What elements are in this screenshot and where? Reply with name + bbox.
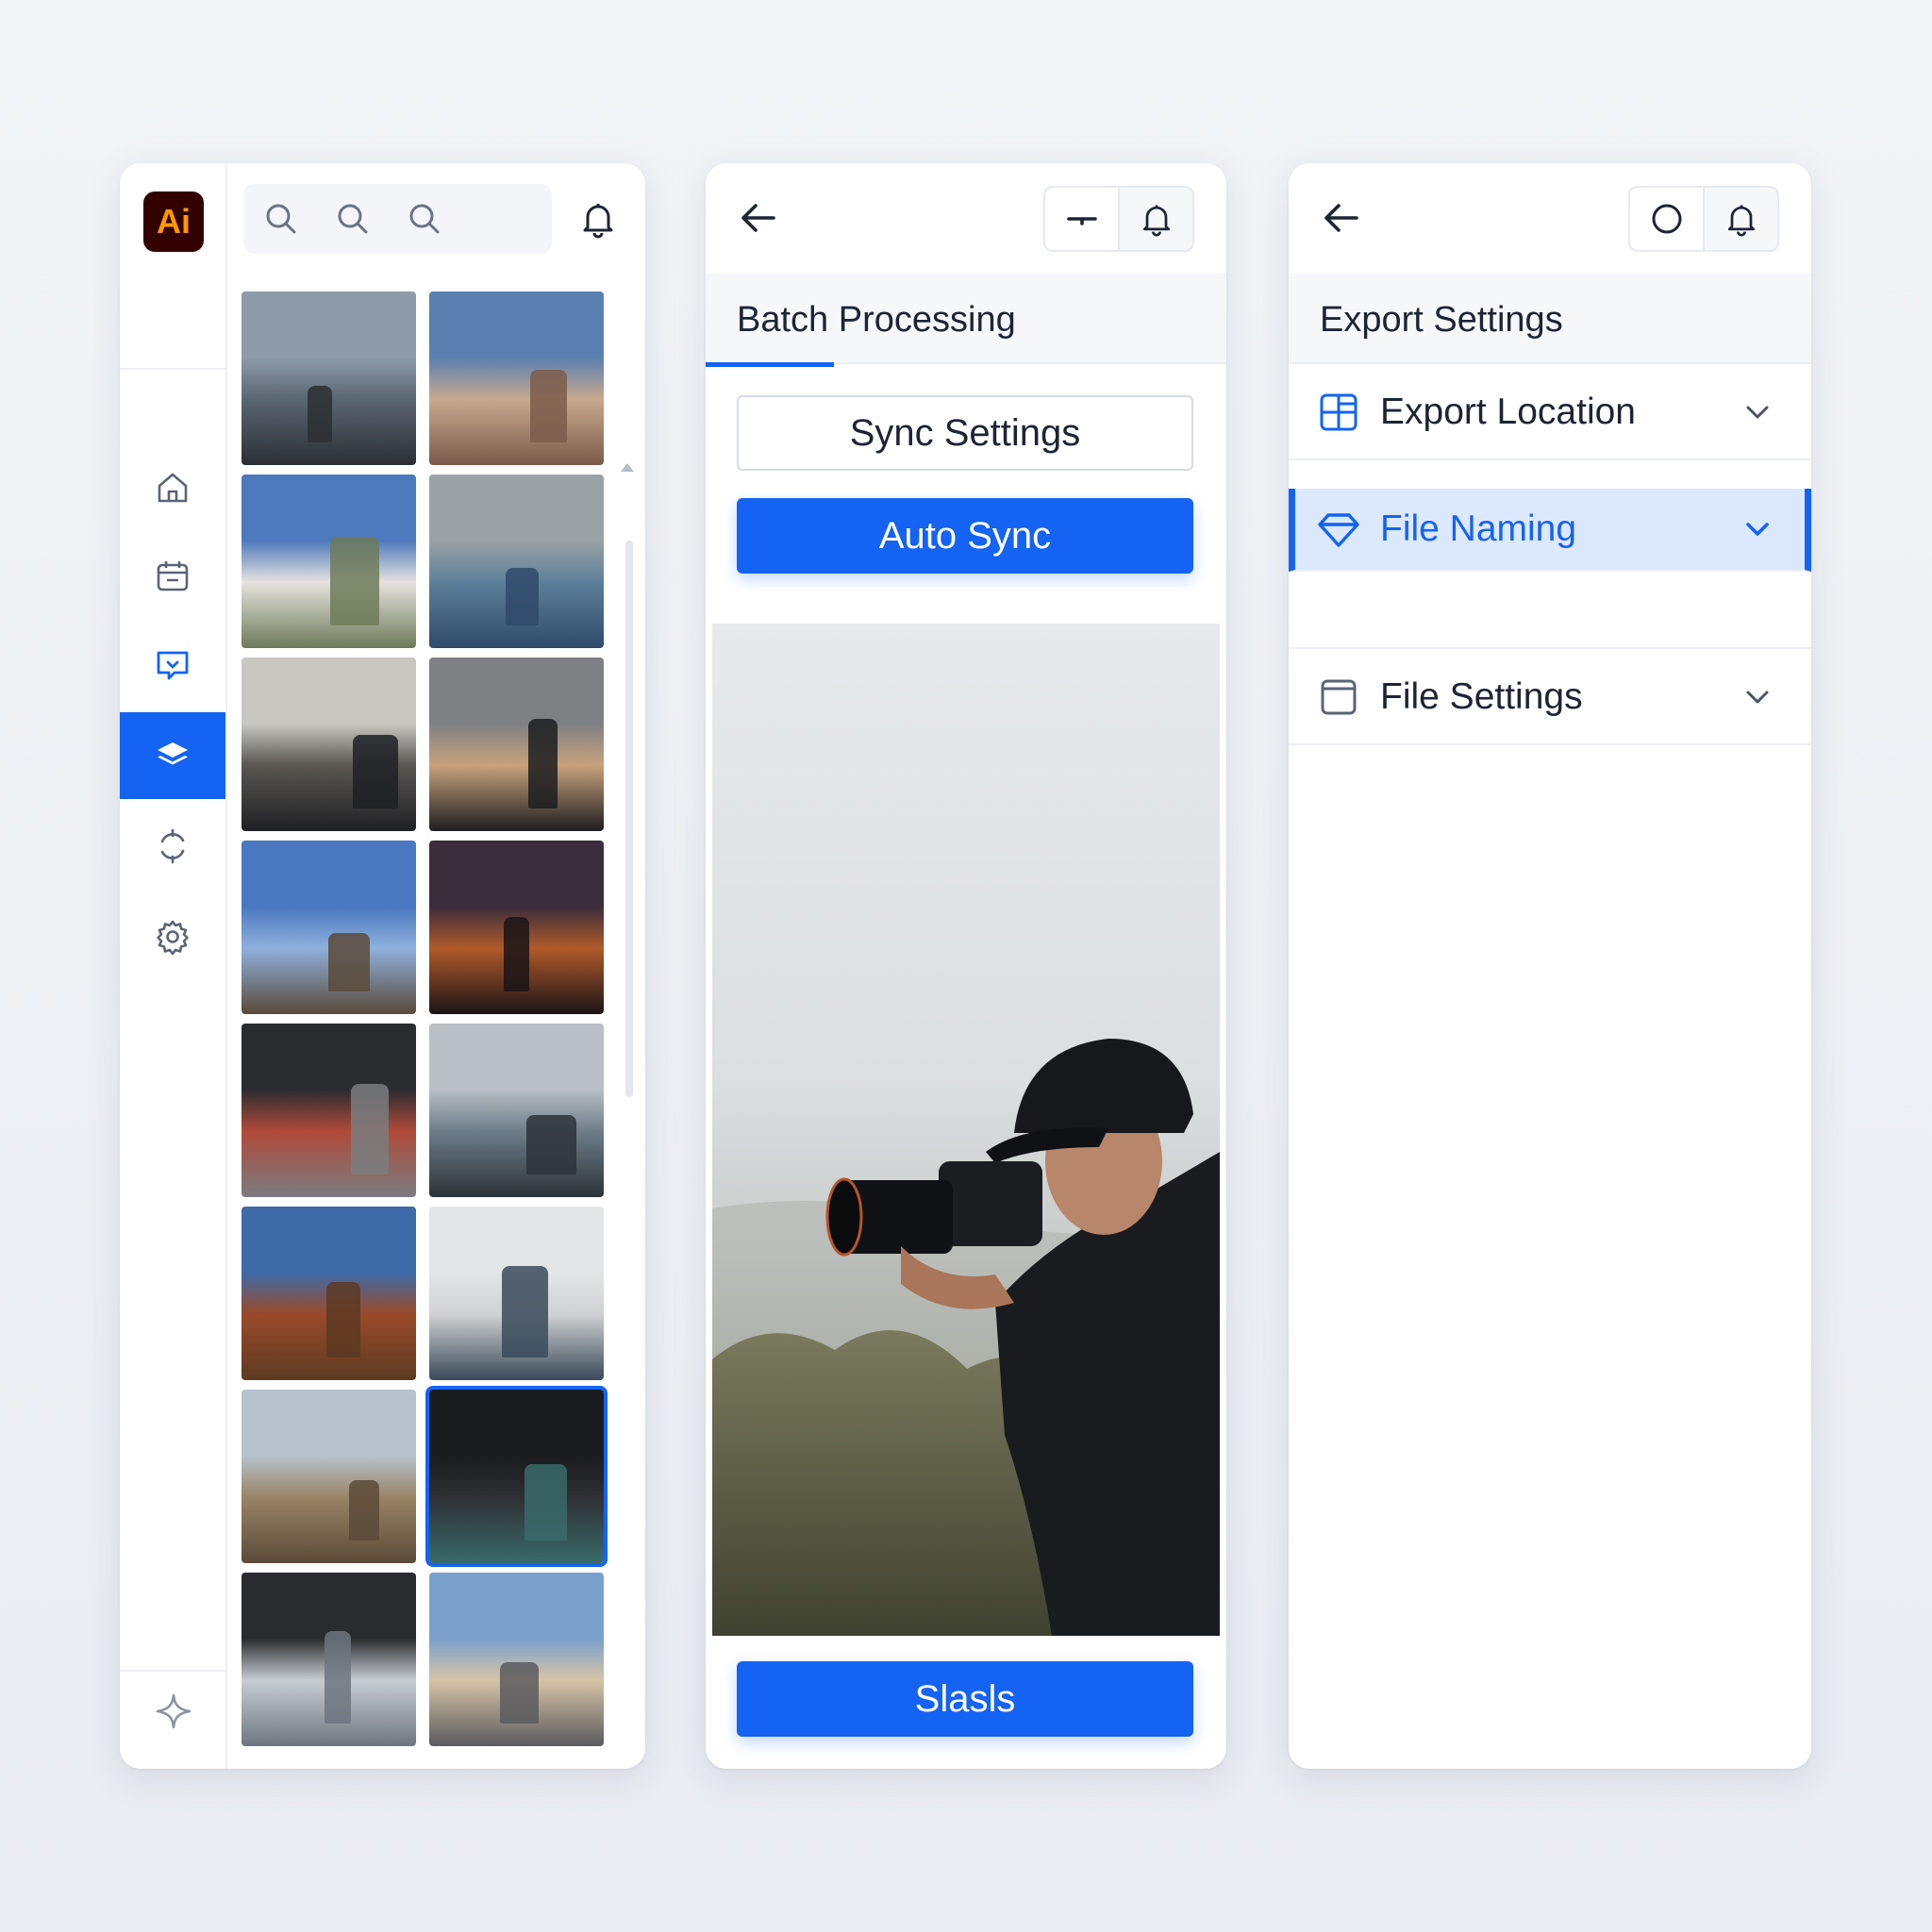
sync-icon[interactable]: [120, 803, 225, 890]
photo-thumbnail[interactable]: [429, 1573, 604, 1746]
photo-subject: [330, 537, 379, 625]
photo-subject: [500, 1662, 539, 1724]
active-tab-indicator: [706, 362, 834, 367]
photo-thumbnail[interactable]: [242, 1207, 416, 1380]
photo-thumbnail[interactable]: [242, 1390, 416, 1563]
header-actions: [1043, 186, 1194, 252]
arrow-left-icon[interactable]: [1315, 192, 1368, 244]
chevron-down-icon[interactable]: [1741, 681, 1774, 713]
file-icon: [1321, 679, 1357, 715]
section-title: Export Settings: [1320, 300, 1563, 340]
export-panel: Export Settings Export Location File Nam…: [1289, 163, 1811, 1769]
sync-settings-button[interactable]: Sync Settings: [737, 395, 1193, 471]
photo-subject: [349, 1480, 379, 1541]
rail-divider: [120, 368, 225, 370]
photo-thumbnail[interactable]: [429, 841, 604, 1014]
photo-subject: [326, 1282, 360, 1357]
rail-divider: [120, 1670, 225, 1672]
photo-thumbnail[interactable]: [242, 475, 416, 648]
bell-icon[interactable]: [571, 192, 625, 246]
photo-subject: [325, 1631, 351, 1724]
accordion-label: File Naming: [1380, 508, 1577, 549]
accordion-file-settings[interactable]: File Settings: [1289, 651, 1811, 745]
home-icon[interactable]: [120, 444, 225, 531]
accordion-file-naming[interactable]: File Naming: [1289, 489, 1811, 572]
section-header: Batch Processing: [706, 274, 1226, 364]
photo-subject: [502, 1266, 548, 1357]
photo-subject: [308, 386, 332, 442]
photo-subject: [504, 917, 529, 991]
photo-subject: [528, 719, 558, 808]
chat-icon[interactable]: [120, 622, 225, 708]
photo-subject: [506, 568, 539, 625]
photo-thumbnail[interactable]: [242, 1573, 416, 1746]
photo-thumbnail[interactable]: [429, 1024, 604, 1197]
section-header: Export Settings: [1289, 274, 1811, 364]
photo-thumbnail[interactable]: [242, 658, 416, 831]
photo-thumbnail[interactable]: [429, 658, 604, 831]
arrow-left-icon[interactable]: [732, 192, 785, 244]
image-preview: [712, 624, 1220, 1636]
scrollbar[interactable]: [625, 541, 633, 1097]
header-actions: [1628, 186, 1779, 252]
grid-icon: [1320, 393, 1357, 431]
photo-subject: [525, 1464, 567, 1541]
search-bar[interactable]: [243, 184, 552, 254]
layers-icon[interactable]: [120, 712, 225, 799]
auto-sync-button[interactable]: Auto Sync: [737, 498, 1193, 574]
bell-icon[interactable]: [1120, 188, 1192, 250]
photo-thumbnail[interactable]: [242, 1024, 416, 1197]
photo-subject: [353, 735, 398, 808]
chevron-down-icon[interactable]: [1741, 513, 1774, 545]
circle-icon[interactable]: [1630, 188, 1705, 250]
search-icon[interactable]: [334, 200, 372, 238]
primary-action-button[interactable]: Slasls: [737, 1661, 1193, 1737]
bell-icon[interactable]: [1705, 188, 1777, 250]
accordion-label: Export Location: [1380, 391, 1637, 432]
scroll-up-arrow[interactable]: [621, 463, 634, 472]
nav-rail: Ai: [120, 163, 227, 1769]
minus-icon[interactable]: [1045, 188, 1120, 250]
photo-subject: [328, 933, 370, 991]
photo-subject: [526, 1115, 576, 1174]
photo-thumbnail[interactable]: [429, 1390, 604, 1563]
photographer-image: [712, 1039, 1220, 1636]
accordion-content: [1289, 572, 1811, 649]
settings-icon[interactable]: [120, 893, 225, 980]
photo-thumbnail[interactable]: [242, 841, 416, 1014]
search-icon[interactable]: [406, 200, 443, 238]
search-icon[interactable]: [262, 200, 300, 238]
batch-panel: Batch Processing Sync Settings Auto Sync: [706, 163, 1226, 1769]
photo-subject: [530, 370, 567, 442]
calendar-icon[interactable]: [120, 533, 225, 620]
accordion-label: File Settings: [1380, 676, 1583, 717]
photo-subject: [351, 1084, 389, 1174]
photo-thumbnail[interactable]: [429, 475, 604, 648]
library-panel: Ai: [120, 163, 645, 1769]
app-logo[interactable]: Ai: [143, 192, 204, 252]
diamond-icon: [1318, 513, 1359, 547]
photo-grid: [242, 291, 609, 1746]
photo-thumbnail[interactable]: [429, 291, 604, 465]
photo-thumbnail[interactable]: [429, 1207, 604, 1380]
accordion-export-location[interactable]: Export Location: [1289, 366, 1811, 460]
sparkle-icon[interactable]: [154, 1691, 193, 1731]
photo-thumbnail[interactable]: [242, 291, 416, 465]
section-title: Batch Processing: [737, 300, 1016, 340]
chevron-down-icon[interactable]: [1741, 396, 1774, 428]
